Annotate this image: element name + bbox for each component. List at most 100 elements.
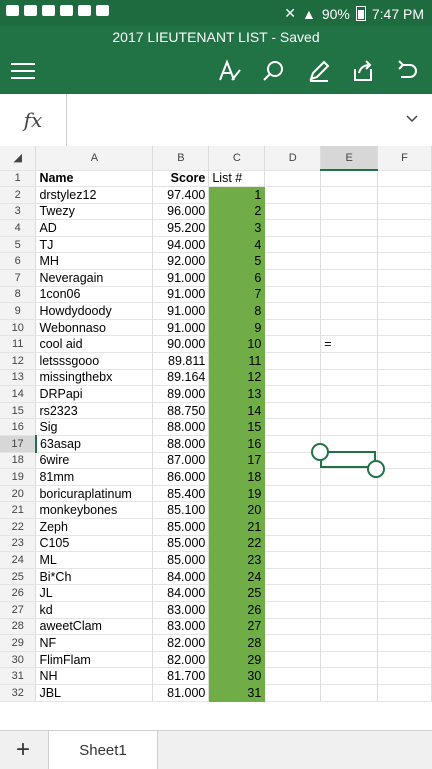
selection-handle-bottom-right[interactable] bbox=[367, 460, 385, 478]
row-header[interactable]: 31 bbox=[0, 667, 37, 685]
hamburger-icon[interactable] bbox=[8, 56, 38, 86]
cell-score[interactable]: 81.000 bbox=[152, 684, 210, 702]
row-header[interactable]: 28 bbox=[0, 618, 37, 636]
cell-e[interactable] bbox=[320, 252, 379, 271]
cell-score[interactable]: 91.000 bbox=[152, 302, 210, 320]
cell-name[interactable]: ML bbox=[35, 551, 154, 569]
cell-f[interactable] bbox=[377, 601, 432, 619]
cell-name[interactable]: DRPapi bbox=[35, 385, 154, 403]
cell-f[interactable] bbox=[377, 485, 432, 503]
cell-list-number[interactable]: 22 bbox=[208, 535, 266, 553]
cell-f[interactable] bbox=[377, 501, 432, 519]
cell-f[interactable] bbox=[377, 618, 432, 636]
cell-score[interactable]: 82.000 bbox=[152, 651, 210, 669]
add-sheet-button[interactable]: + bbox=[0, 731, 46, 769]
share-icon[interactable] bbox=[348, 56, 378, 86]
cell-e[interactable] bbox=[320, 170, 379, 188]
cell-e[interactable] bbox=[320, 203, 379, 221]
cell-f[interactable] bbox=[377, 518, 432, 536]
row-header[interactable]: 32 bbox=[0, 684, 37, 702]
cell-list-number[interactable]: List # bbox=[208, 170, 266, 188]
row-header[interactable]: 22 bbox=[0, 518, 37, 536]
cell-e[interactable] bbox=[320, 418, 379, 436]
cell-e[interactable] bbox=[320, 485, 379, 503]
cell-d[interactable] bbox=[264, 684, 322, 702]
cell-score[interactable]: 89.164 bbox=[152, 369, 210, 387]
cell-d[interactable] bbox=[264, 302, 322, 320]
row-header[interactable]: 24 bbox=[0, 551, 37, 569]
cell-name[interactable]: Sig bbox=[35, 418, 154, 436]
cell-list-number[interactable]: 16 bbox=[208, 435, 266, 453]
cell-f[interactable] bbox=[377, 302, 432, 320]
cell-name[interactable]: JBL bbox=[35, 684, 154, 702]
cell-list-number[interactable]: 6 bbox=[208, 269, 266, 287]
cell-e[interactable] bbox=[320, 236, 379, 254]
cell-e[interactable] bbox=[320, 186, 379, 204]
cell-name[interactable]: Webonnaso bbox=[35, 319, 154, 337]
row-header[interactable]: 5 bbox=[0, 236, 37, 254]
cell-score[interactable]: 89.811 bbox=[152, 352, 210, 370]
cell-f[interactable] bbox=[377, 435, 432, 453]
cell-f[interactable] bbox=[377, 468, 432, 486]
cell-list-number[interactable]: 18 bbox=[208, 468, 266, 486]
cell-d[interactable] bbox=[264, 634, 322, 652]
cell-score[interactable]: 87.000 bbox=[152, 452, 210, 470]
cell-name[interactable]: 81mm bbox=[35, 468, 154, 486]
cell-list-number[interactable]: 30 bbox=[208, 667, 266, 685]
cell-f[interactable] bbox=[377, 402, 432, 420]
cell-d[interactable] bbox=[264, 568, 322, 586]
cell-name[interactable]: monkeybones bbox=[35, 501, 154, 519]
cell-score[interactable]: 88.000 bbox=[152, 418, 210, 436]
chevron-down-icon[interactable] bbox=[406, 110, 418, 126]
row-header[interactable]: 29 bbox=[0, 634, 37, 652]
undo-icon[interactable] bbox=[392, 56, 422, 86]
cell-list-number[interactable]: 2 bbox=[208, 203, 266, 221]
row-header[interactable]: 2 bbox=[0, 186, 37, 204]
cell-d[interactable] bbox=[264, 501, 322, 519]
cell-d[interactable] bbox=[264, 667, 322, 685]
cell-e[interactable] bbox=[320, 369, 379, 387]
cell-list-number[interactable]: 26 bbox=[208, 601, 266, 619]
cell-e[interactable] bbox=[320, 618, 379, 636]
cell-e[interactable] bbox=[320, 568, 379, 586]
cell-d[interactable] bbox=[264, 385, 322, 403]
cell-d[interactable] bbox=[264, 203, 322, 221]
row-header[interactable]: 12 bbox=[0, 352, 37, 370]
cell-name[interactable]: Neveragain bbox=[35, 269, 154, 287]
cell-name[interactable]: rs2323 bbox=[35, 402, 154, 420]
cell-e[interactable] bbox=[320, 219, 379, 237]
cell-list-number[interactable]: 14 bbox=[208, 402, 266, 420]
cell-score[interactable]: 82.000 bbox=[152, 634, 210, 652]
cell-name[interactable]: drstylez12 bbox=[35, 186, 154, 204]
cell-f[interactable] bbox=[377, 584, 432, 602]
cell-f[interactable] bbox=[377, 551, 432, 569]
cell-name[interactable]: missingthebx bbox=[35, 369, 154, 387]
cell-score[interactable]: 88.000 bbox=[152, 435, 210, 453]
cell-d[interactable] bbox=[264, 186, 322, 204]
cell-d[interactable] bbox=[264, 335, 322, 354]
cell-f[interactable] bbox=[377, 319, 432, 337]
cell-d[interactable] bbox=[264, 518, 322, 536]
column-header-c[interactable]: C bbox=[208, 146, 266, 171]
row-header[interactable]: 15 bbox=[0, 402, 37, 420]
cell-f[interactable] bbox=[377, 186, 432, 204]
cell-score[interactable]: 85.000 bbox=[152, 551, 210, 569]
row-header[interactable]: 30 bbox=[0, 651, 37, 669]
search-icon[interactable] bbox=[258, 56, 288, 86]
text-format-icon[interactable] bbox=[214, 56, 244, 86]
cell-list-number[interactable]: 7 bbox=[208, 286, 266, 304]
row-header[interactable]: 8 bbox=[0, 286, 37, 304]
cell-e[interactable] bbox=[320, 651, 379, 669]
cell-name[interactable]: Twezy bbox=[35, 203, 154, 221]
cell-list-number[interactable]: 21 bbox=[208, 518, 266, 536]
cell-name[interactable]: letsssgooo bbox=[35, 352, 154, 370]
cell-score[interactable]: 83.000 bbox=[152, 618, 210, 636]
cell-d[interactable] bbox=[264, 584, 322, 602]
cell-list-number[interactable]: 13 bbox=[208, 385, 266, 403]
cell-f[interactable] bbox=[377, 219, 432, 237]
cell-score[interactable]: 85.000 bbox=[152, 518, 210, 536]
cell-list-number[interactable]: 28 bbox=[208, 634, 266, 652]
cell-d[interactable] bbox=[264, 236, 322, 254]
cell-score[interactable]: 81.700 bbox=[152, 667, 210, 685]
cell-score[interactable]: 84.000 bbox=[152, 568, 210, 586]
